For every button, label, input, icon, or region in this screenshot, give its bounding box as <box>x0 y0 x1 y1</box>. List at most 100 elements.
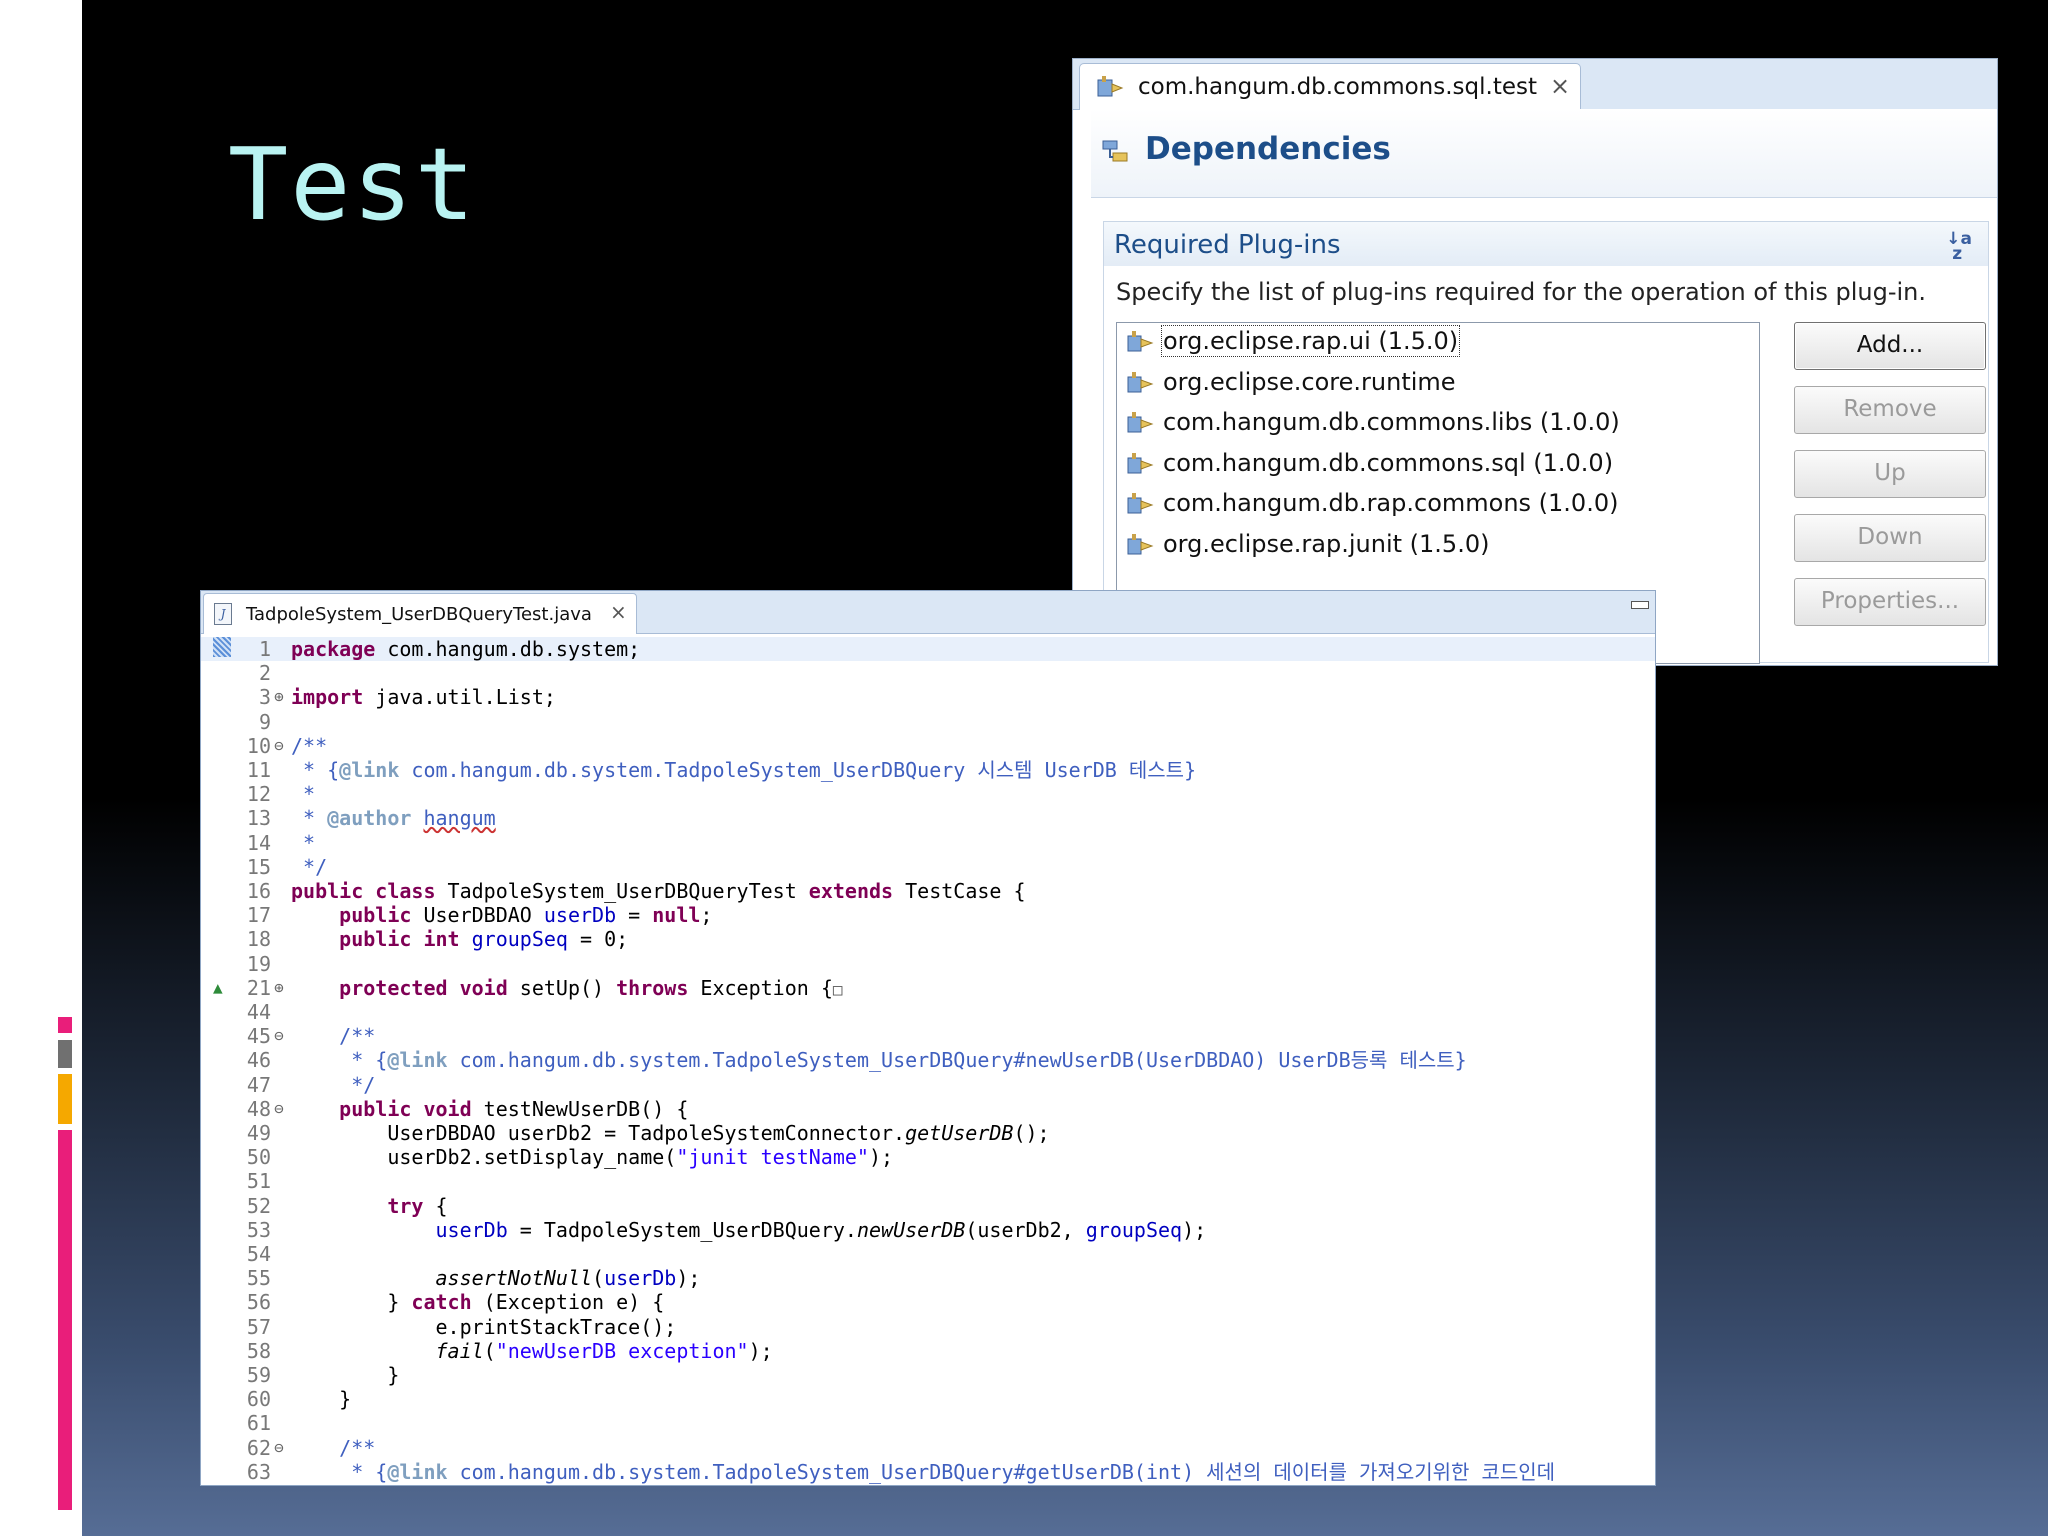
java-editor: J TadpoleSystem_UserDBQueryTest.java × 1… <box>200 590 1656 1486</box>
code-token: (); <box>1013 1121 1050 1145</box>
line-number: 54 <box>246 1242 271 1266</box>
code-area[interactable]: 1 package com.hangum.db.system; 2 3 ⊕ import … <box>201 635 1655 1485</box>
code-token: public int <box>339 927 460 952</box>
code-line: 54 <box>201 1242 1655 1266</box>
collapse-fold-icon[interactable]: ⊖ <box>271 734 287 758</box>
decorative-lines <box>48 153 82 233</box>
accent-bar-orange <box>58 1074 72 1124</box>
code-token: UserDBDAO userDb2 = TadpoleSystemConnect… <box>291 1121 906 1145</box>
line-number: 46 <box>246 1048 271 1073</box>
code-line: 60 } <box>201 1387 1655 1411</box>
tab-plugin-manifest[interactable]: com.hangum.db.commons.sql.test × <box>1079 63 1581 110</box>
close-icon[interactable]: × <box>1550 72 1570 100</box>
code-token: e.printStackTrace(); <box>291 1314 677 1339</box>
up-button[interactable]: Up <box>1794 450 1986 498</box>
expand-fold-icon[interactable]: ⊕ <box>271 685 287 709</box>
code-token: ( <box>483 1338 496 1363</box>
code-line: 44 <box>201 1000 1655 1024</box>
code-token: = <box>616 903 653 928</box>
code-token: * <box>291 806 328 831</box>
code-token: ); <box>868 1145 894 1170</box>
code-line: 50 userDb2.setDisplay_name("junit testNa… <box>201 1145 1655 1169</box>
line-number: 55 <box>246 1266 271 1291</box>
collapse-fold-icon[interactable]: ⊖ <box>271 1436 287 1460</box>
dependencies-editor: com.hangum.db.commons.sql.test × Depende… <box>1072 58 1998 666</box>
code-token: = TadpoleSystem_UserDBQuery. <box>507 1217 857 1242</box>
code-line: 63 * {@link com.hangum.db.system.Tadpole… <box>201 1460 1655 1484</box>
line-number: 53 <box>246 1217 271 1242</box>
code-token: protected void <box>339 975 508 1000</box>
code-text: public class TadpoleSystem_UserDBQueryTe… <box>291 879 1026 903</box>
accent-bar-gray <box>58 1040 72 1068</box>
code-line: 48 ⊖ public void testNewUserDB() { <box>201 1097 1655 1121</box>
code-token: com.hangum.db.system; <box>375 637 641 661</box>
code-text: public UserDBDAO userDb = null; <box>291 903 712 927</box>
collapse-fold-icon[interactable]: ⊖ <box>271 1097 287 1121</box>
code-text: * <box>291 782 315 806</box>
code-token: public class <box>291 879 436 903</box>
code-token: assertNotNull <box>435 1266 593 1291</box>
code-line: 45 ⊖ /** <box>201 1024 1655 1048</box>
code-text: protected void setUp() throws Exception … <box>291 975 842 1002</box>
code-line: 49 UserDBDAO userDb2 = TadpoleSystemConn… <box>201 1121 1655 1145</box>
line-number: 56 <box>246 1290 271 1315</box>
line-number: 15 <box>246 854 271 879</box>
code-text: e.printStackTrace(); <box>291 1315 676 1339</box>
code-token: */ <box>339 1072 376 1097</box>
deps-tab-bar: com.hangum.db.commons.sql.test × <box>1073 59 1997 110</box>
code-text: fail("newUserDB exception"); <box>291 1339 773 1363</box>
code-token: "junit testName" <box>676 1145 869 1170</box>
close-icon[interactable]: × <box>610 600 627 624</box>
code-token: } <box>291 1290 412 1315</box>
code-line: 10 ⊖/** <box>201 734 1655 758</box>
code-token: userDb <box>543 903 617 928</box>
expand-fold-icon[interactable]: ⊕ <box>271 976 287 1000</box>
tab-java-file[interactable]: J TadpoleSystem_UserDBQueryTest.java × <box>203 593 637 634</box>
line-number: 50 <box>246 1145 271 1170</box>
line-number: 3 <box>258 685 271 710</box>
line-number: 18 <box>246 927 271 952</box>
code-token: userDb <box>604 1266 677 1291</box>
code-token: com.hangum.db.system.TadpoleSystem_UserD… <box>447 1459 1556 1484</box>
code-token: * <box>291 782 316 807</box>
code-text: package com.hangum.db.system; <box>291 637 640 661</box>
sort-icon[interactable]: ↓a z <box>1946 231 1972 263</box>
line-number: 60 <box>246 1387 271 1412</box>
code-token: fail <box>435 1338 484 1363</box>
remove-button[interactable]: Remove <box>1794 386 1986 434</box>
code-line: 2 <box>201 661 1655 685</box>
line-number: 21 <box>246 975 271 1000</box>
java-file-icon: J <box>214 603 232 625</box>
line-number: 49 <box>246 1121 271 1145</box>
code-text: UserDBDAO userDb2 = TadpoleSystemConnect… <box>291 1121 1050 1145</box>
code-token: } <box>291 1387 352 1412</box>
code-token: * { <box>339 1459 388 1484</box>
code-token: UserDBDAO <box>411 903 544 928</box>
add-button[interactable]: Add... <box>1794 322 1986 370</box>
code-line: 52 try { <box>201 1194 1655 1218</box>
minimize-icon[interactable] <box>1631 601 1649 609</box>
code-token: */ <box>291 854 328 879</box>
code-text: public int groupSeq = 0; <box>291 927 628 951</box>
properties-button[interactable]: Properties... <box>1794 578 1986 626</box>
code-token: @author <box>327 806 412 831</box>
code-token: public void <box>339 1096 472 1121</box>
plugin-icon <box>1125 410 1155 438</box>
code-text: * {@link com.hangum.db.system.TadpoleSys… <box>291 1460 1555 1484</box>
collapse-fold-icon[interactable]: ⊖ <box>271 1024 287 1048</box>
code-token: package <box>291 637 376 661</box>
code-line: 51 <box>201 1169 1655 1193</box>
code-token: catch <box>411 1290 472 1315</box>
code-line: 9 <box>201 710 1655 734</box>
code-line: 55 assertNotNull(userDb); <box>201 1266 1655 1290</box>
down-button[interactable]: Down <box>1794 514 1986 562</box>
code-token: /** <box>339 1435 376 1460</box>
code-line: 1 package com.hangum.db.system; <box>201 637 1655 661</box>
code-line: 62 ⊖ /** <box>201 1436 1655 1460</box>
code-token: ; <box>700 903 713 928</box>
